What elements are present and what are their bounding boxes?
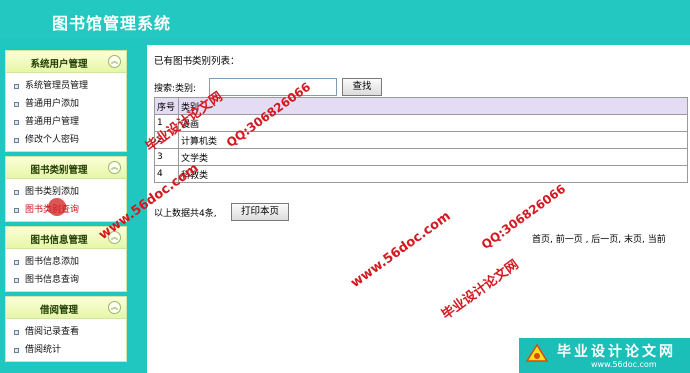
cell-category: 计算机类 [178,131,688,149]
bullet-icon [14,208,19,213]
app-header: 图书馆管理系统 [0,0,690,38]
sidebar-item-label: 图书信息添加 [25,257,80,267]
sidebar-item-book-query[interactable]: 图书信息查询 [6,271,126,289]
menu-title: 借阅管理 [39,305,78,316]
double-chevron-up-icon[interactable]: ︽ [108,301,121,314]
brand-name: 毕业设计论文网 [557,344,676,360]
brand-footer: 毕业设计论文网 www.56doc.com [519,338,690,373]
table-row: 4 科教类 [154,165,688,183]
bullet-icon [14,260,19,265]
double-chevron-up-icon[interactable]: ︽ [108,55,121,68]
menu-book-category: 图书类别管理 ︽ 图书类别添加 图书类别查询 [5,156,127,222]
sidebar-item-user-add[interactable]: 普通用户添加 [6,95,126,113]
sidebar-item-category-add[interactable]: 图书类别添加 [6,183,126,201]
print-button[interactable]: 打印本页 [231,203,289,221]
menu-system-users: 系统用户管理 ︽ 系统管理员管理 普通用户添加 普通用户管理 修改个人密码 [5,50,127,152]
brand-logo-icon [525,343,549,362]
menu-title: 图书信息管理 [30,235,88,246]
table-header-row: 序号 类别 [154,97,688,115]
bullet-icon [14,348,19,353]
cell-category: 文学类 [178,148,688,166]
bullet-icon [14,120,19,125]
page-title: 已有图书类别列表： [154,56,240,67]
menu-title: 系统用户管理 [30,59,88,70]
cell-index: 3 [154,148,179,166]
search-label: 搜索:类别: [154,84,197,94]
bullet-icon [14,278,19,283]
sidebar-item-label: 修改个人密码 [25,135,80,145]
bullet-icon [14,138,19,143]
sidebar-item-borrow-stats[interactable]: 借阅统计 [6,341,126,359]
brand-site: www.56doc.com [591,360,657,369]
sidebar-item-borrow-records[interactable]: 借阅记录查看 [6,323,126,341]
sidebar-item-label: 借阅记录查看 [25,327,80,337]
column-header-category: 类别 [178,97,688,115]
app-title: 图书馆管理系统 [52,14,172,33]
sidebar: 系统用户管理 ︽ 系统管理员管理 普通用户添加 普通用户管理 修改个人密码 图书… [0,45,133,373]
pagination[interactable]: 首页, 前一页 , 后一页, 末页, 当前 [532,232,666,245]
bullet-icon [14,84,19,89]
sidebar-item-label: 普通用户管理 [25,117,80,127]
sidebar-item-change-password[interactable]: 修改个人密码 [6,131,126,149]
sidebar-item-label: 图书类别添加 [25,187,80,197]
click-cursor-highlight [48,198,66,216]
table-row: 1 漫画 [154,114,688,132]
sidebar-item-label: 普通用户添加 [25,99,80,109]
bullet-icon [14,102,19,107]
bullet-icon [14,330,19,335]
cell-category: 科教类 [178,165,688,183]
sidebar-item-book-add[interactable]: 图书信息添加 [6,253,126,271]
sidebar-item-category-query[interactable]: 图书类别查询 [6,201,126,219]
menu-title: 图书类别管理 [30,165,88,176]
bullet-icon [14,190,19,195]
menu-header[interactable]: 借阅管理 ︽ [6,297,126,319]
menu-borrowing: 借阅管理 ︽ 借阅记录查看 借阅统计 [5,296,127,362]
search-button[interactable]: 查找 [342,78,382,96]
menu-header[interactable]: 系统用户管理 ︽ [6,51,126,73]
sidebar-item-label: 借阅统计 [25,345,62,355]
search-input[interactable] [209,78,337,96]
sidebar-item-label: 系统管理员管理 [25,81,89,91]
column-header-index: 序号 [154,97,179,115]
double-chevron-up-icon[interactable]: ︽ [108,161,121,174]
sidebar-item-label: 图书信息查询 [25,275,80,285]
table-row: 3 文学类 [154,148,688,166]
menu-header[interactable]: 图书类别管理 ︽ [6,157,126,179]
main-content: 已有图书类别列表： 搜索:类别: 查找 序号 类别 1 漫画 2 计算机类 3 … [147,45,690,373]
sidebar-item-user-manage[interactable]: 普通用户管理 [6,113,126,131]
record-count: 以上数据共4条, [154,209,217,219]
sidebar-item-admin-manage[interactable]: 系统管理员管理 [6,77,126,95]
